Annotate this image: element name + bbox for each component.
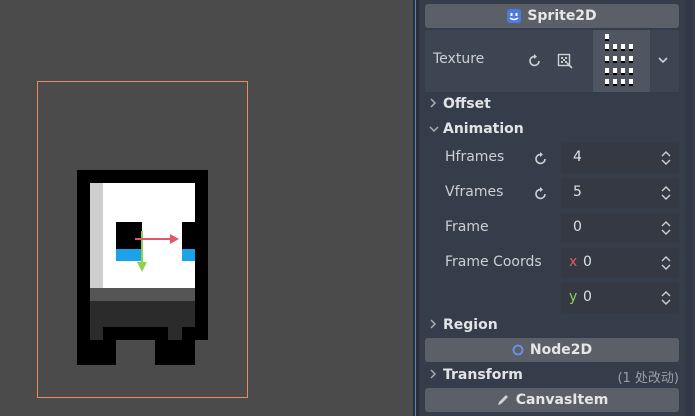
frame-spinbox[interactable]: 0	[561, 213, 679, 243]
frame-value: 0	[573, 219, 582, 235]
texture-label: Texture	[433, 51, 485, 67]
texture-thumbnail[interactable]	[593, 30, 650, 92]
spin-arrows-icon[interactable]	[661, 221, 671, 235]
inspector-scrollbar[interactable]	[685, 0, 693, 416]
sprite2d-header[interactable]: Sprite2D	[425, 4, 679, 28]
section-transform-label: Transform	[443, 367, 523, 383]
spin-arrows-icon[interactable]	[661, 186, 671, 200]
chevron-right-icon	[429, 97, 443, 111]
frame-label: Frame	[445, 219, 489, 235]
spin-arrows-icon[interactable]	[661, 291, 671, 305]
chevron-down-icon	[429, 123, 443, 136]
texture-preview-toggle-icon[interactable]	[557, 53, 573, 69]
gizmo-x-axis[interactable]	[135, 238, 173, 240]
node2d-title: Node2D	[529, 342, 593, 358]
section-offset[interactable]: Offset	[425, 92, 679, 116]
revert-icon[interactable]	[533, 186, 549, 202]
frame-coords-x-spinbox[interactable]: x 0	[561, 248, 679, 278]
prop-frame-coords: Frame Coords x 0 y 0	[425, 247, 679, 314]
prop-vframes: Vframes 5	[425, 177, 679, 209]
gizmo-x-arrow[interactable]	[170, 234, 179, 244]
section-animation[interactable]: Animation	[425, 117, 679, 141]
section-animation-label: Animation	[443, 121, 524, 137]
canvas-viewport[interactable]	[0, 0, 413, 416]
node2d-header[interactable]: Node2D	[425, 338, 679, 362]
revert-icon[interactable]	[527, 53, 543, 69]
canvasitem-title: CanvasItem	[515, 392, 609, 408]
sprite2d-title: Sprite2D	[527, 8, 597, 24]
transform-changes-note: (1 处改动)	[617, 371, 679, 386]
pencil-icon	[496, 393, 510, 407]
gizmo-y-axis[interactable]	[141, 231, 143, 265]
spin-arrows-icon[interactable]	[661, 256, 671, 270]
canvasitem-header[interactable]: CanvasItem	[425, 388, 679, 412]
x-axis-label: x	[569, 254, 578, 270]
spin-arrows-icon[interactable]	[661, 151, 671, 165]
revert-icon[interactable]	[533, 151, 549, 167]
texture-dropdown-chevron-icon[interactable]	[657, 54, 669, 70]
hframes-label: Hframes	[445, 149, 505, 165]
section-region-label: Region	[443, 317, 498, 333]
gizmo-y-arrow[interactable]	[137, 262, 147, 272]
texture-row: Texture	[425, 30, 679, 92]
section-transform[interactable]: Transform (1 处改动)	[425, 363, 679, 387]
frame-coords-label: Frame Coords	[445, 254, 542, 270]
node2d-icon	[512, 344, 524, 356]
frame-coords-x-value: 0	[583, 254, 592, 270]
chevron-right-icon	[429, 318, 443, 332]
section-region[interactable]: Region	[425, 313, 679, 337]
inspector-panel: Sprite2D Texture Offset Animation Hframe…	[419, 0, 695, 416]
vframes-label: Vframes	[445, 184, 504, 200]
vframes-value: 5	[573, 184, 582, 200]
hframes-spinbox[interactable]: 4	[561, 143, 679, 173]
vframes-spinbox[interactable]: 5	[561, 178, 679, 208]
y-axis-label: y	[569, 289, 578, 305]
prop-frame: Frame 0	[425, 212, 679, 244]
hframes-value: 4	[573, 149, 582, 165]
frame-coords-y-spinbox[interactable]: y 0	[561, 283, 679, 313]
sprite2d-icon	[507, 9, 522, 23]
section-offset-label: Offset	[443, 96, 491, 112]
chevron-right-icon	[429, 368, 443, 382]
frame-coords-y-value: 0	[583, 289, 592, 305]
prop-hframes: Hframes 4	[425, 142, 679, 174]
